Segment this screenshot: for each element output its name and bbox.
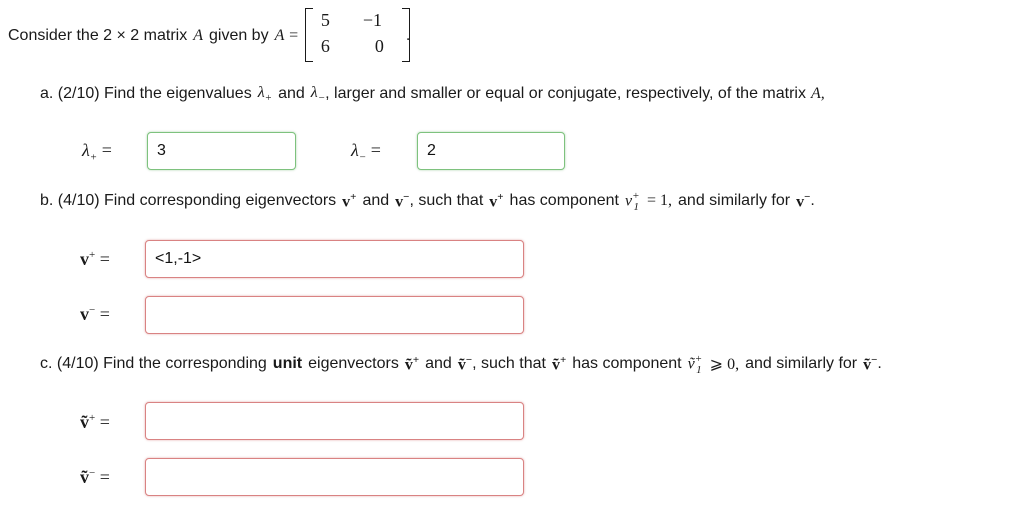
vt-minus-symbol: ṽ− bbox=[457, 354, 473, 374]
component-v1-plus: v+1 bbox=[624, 190, 640, 213]
v-plus-symbol: v+ bbox=[342, 191, 357, 211]
part-c-text-end: and similarly for bbox=[745, 355, 858, 373]
part-c-geq-zero: ⩾ 0, bbox=[709, 356, 740, 374]
intro-line: Consider the 2 × 2 matrix A given by A =… bbox=[8, 8, 410, 64]
lambda-plus-label: λ+ = bbox=[82, 140, 112, 164]
v-plus-label: v+ = bbox=[80, 249, 110, 269]
part-a-text-end: , larger and smaller or equal or conjuga… bbox=[325, 85, 806, 103]
vt-minus-label: ṽ− = bbox=[80, 467, 110, 487]
part-b-mid: , such that bbox=[409, 192, 484, 210]
part-c-text: c. (4/10) Find the corresponding bbox=[40, 355, 267, 373]
intro-given-text: given by bbox=[208, 27, 269, 44]
vt-plus-symbol: ṽ+ bbox=[404, 354, 420, 374]
part-c-prompt: c. (4/10) Find the corresponding unit ei… bbox=[40, 353, 882, 376]
matrix-left-bracket bbox=[304, 8, 313, 62]
part-b-text-end: and similarly for bbox=[678, 192, 791, 210]
matrix-name: A bbox=[193, 27, 203, 44]
matrix-a: 5 −1 6 0 bbox=[304, 8, 410, 64]
part-c-period: . bbox=[877, 355, 882, 373]
v-plus-input[interactable]: <1,-1> bbox=[145, 240, 524, 278]
part-b-prompt: b. (4/10) Find corresponding eigenvector… bbox=[40, 190, 815, 213]
matrix-cell-22: 0 bbox=[374, 36, 384, 56]
v-minus-label: v− = bbox=[80, 304, 110, 324]
intro-text: Consider the 2 × 2 matrix bbox=[8, 27, 188, 44]
matrix-cell-11: 5 bbox=[320, 10, 330, 30]
vt-plus-symbol-2: ṽ+ bbox=[551, 354, 567, 374]
lambda-minus-label: λ− = bbox=[351, 140, 381, 164]
vt-plus-label: ṽ+ = bbox=[80, 412, 110, 432]
part-a-text: a. (2/10) Find the eigenvalues bbox=[40, 85, 252, 103]
v-plus-symbol-2: v+ bbox=[489, 191, 504, 211]
matrix-cell-12: −1 bbox=[362, 10, 383, 30]
v-minus-input[interactable] bbox=[145, 296, 524, 334]
part-c-mid: , such that bbox=[472, 355, 546, 373]
part-c-eigen: eigenvectors bbox=[308, 355, 399, 373]
part-c-has-component: has component bbox=[572, 355, 682, 373]
vt-minus-input[interactable] bbox=[145, 458, 524, 496]
part-a-matrix-ref: A, bbox=[810, 85, 825, 103]
lambda-minus-symbol: λ− bbox=[310, 84, 326, 105]
matrix-right-bracket bbox=[401, 8, 410, 62]
vt-minus-symbol-2: ṽ− bbox=[863, 354, 878, 374]
part-b-period: . bbox=[810, 192, 815, 210]
lambda-plus-symbol: λ+ bbox=[257, 84, 273, 105]
part-a-prompt: a. (2/10) Find the eigenvalues λ+ and λ−… bbox=[40, 84, 825, 104]
part-c-unit: unit bbox=[272, 355, 303, 373]
matrix-equals: A = bbox=[274, 27, 299, 44]
v-minus-symbol-2: v− bbox=[796, 191, 811, 211]
matrix-cell-21: 6 bbox=[320, 36, 330, 56]
part-c-and: and bbox=[425, 355, 452, 373]
part-b-has-component: has component bbox=[509, 192, 619, 210]
part-a-and: and bbox=[278, 85, 305, 103]
part-b-text: b. (4/10) Find corresponding eigenvector… bbox=[40, 192, 337, 210]
part-b-eq-one: = 1, bbox=[647, 192, 673, 210]
lambda-plus-input[interactable]: 3 bbox=[147, 132, 296, 170]
v-minus-symbol: v− bbox=[395, 191, 410, 211]
component-vt1-plus: ṽ+1 bbox=[687, 353, 703, 376]
lambda-minus-input[interactable]: 2 bbox=[417, 132, 565, 170]
vt-plus-input[interactable] bbox=[145, 402, 524, 440]
part-b-and: and bbox=[362, 192, 390, 210]
